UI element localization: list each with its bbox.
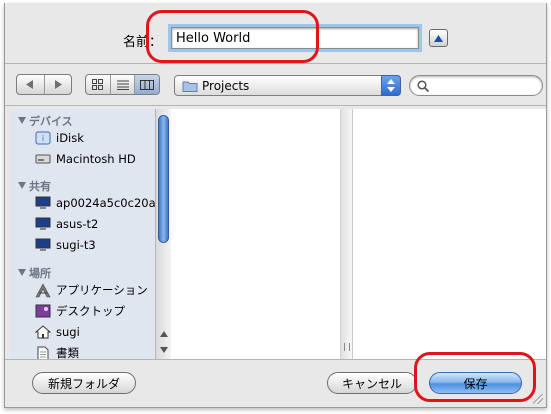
- sidebar-item-sugi-t3[interactable]: sugi-t3: [35, 236, 96, 254]
- forward-button[interactable]: [45, 75, 72, 94]
- up-down-arrows-icon: [387, 79, 395, 92]
- search-icon: [417, 80, 429, 92]
- section-title: 場所: [29, 267, 51, 280]
- column-resize-handle[interactable]: [344, 343, 350, 351]
- sidebar-item-macintosh-hd[interactable]: Macintosh HD: [35, 150, 136, 168]
- column-1-scrollbar[interactable]: [341, 109, 353, 359]
- sidebar-item-applications[interactable]: アプリケーション: [35, 281, 148, 299]
- search-input[interactable]: [409, 75, 543, 96]
- chevron-right-icon: [54, 80, 62, 89]
- sidebar-item-home[interactable]: sugi: [35, 323, 80, 341]
- browser-bottom-divider: [5, 359, 546, 360]
- svg-text:i: i: [42, 134, 44, 143]
- save-button[interactable]: 保存: [429, 372, 522, 394]
- sidebar-item-label: 書類: [56, 346, 79, 359]
- column-view-icon: [140, 79, 155, 90]
- sidebar-item-label: sugi: [56, 325, 80, 339]
- hard-drive-icon: [35, 151, 51, 167]
- scroll-up-icon[interactable]: [160, 331, 168, 337]
- home-icon: [35, 324, 51, 340]
- view-mode-control: [85, 74, 160, 95]
- folder-icon: [182, 81, 198, 92]
- browser-column-1[interactable]: [171, 109, 341, 359]
- popup-arrows-icon: [381, 75, 401, 96]
- sidebar-item-label: sugi-t3: [56, 238, 96, 252]
- computer-icon: [35, 195, 51, 211]
- toolbar-divider: [5, 63, 546, 64]
- list-view-icon: [116, 80, 129, 90]
- section-title: デバイス: [29, 115, 73, 128]
- filename-input[interactable]: [171, 27, 419, 49]
- resize-grip-icon[interactable]: [533, 394, 543, 404]
- cancel-button[interactable]: キャンセル: [327, 372, 417, 394]
- expand-dialog-button[interactable]: [429, 29, 448, 47]
- sidebar-item-idisk[interactable]: i iDisk: [35, 129, 84, 147]
- sidebar-scroll-thumb[interactable]: [158, 115, 169, 243]
- disclosure-triangle-icon: [18, 182, 26, 189]
- save-dialog: 名前： Hello World Projects デバイス i iDisk Ma…: [4, 3, 547, 408]
- new-folder-button[interactable]: 新規フォルダ: [32, 372, 136, 394]
- computer-icon: [35, 237, 51, 253]
- list-view-button[interactable]: [111, 75, 136, 94]
- column-view-button[interactable]: [135, 75, 159, 94]
- icon-view-button[interactable]: [86, 75, 111, 94]
- disclosure-triangle-icon: [18, 117, 26, 124]
- sidebar-item-label: asus-t2: [56, 217, 99, 231]
- idisk-icon: i: [35, 130, 51, 146]
- location-label: Projects: [202, 79, 250, 93]
- sidebar-section-shared[interactable]: 共有: [18, 178, 51, 194]
- desktop-icon: [35, 303, 51, 319]
- sidebar-item-label: iDisk: [56, 131, 84, 145]
- disclosure-triangle-icon: [18, 269, 26, 276]
- sidebar-item-label: Macintosh HD: [56, 152, 136, 166]
- sidebar-scrollbar[interactable]: [155, 109, 171, 359]
- name-label: 名前：: [123, 35, 163, 50]
- sidebar-item-label: アプリケーション: [56, 283, 148, 297]
- back-forward-control: [16, 74, 72, 95]
- applications-icon: [35, 282, 51, 298]
- triangle-up-icon: [434, 34, 443, 42]
- computer-icon: [35, 216, 51, 232]
- icon-view-icon: [92, 79, 104, 90]
- sidebar-item-label: デスクトップ: [56, 304, 125, 318]
- section-title: 共有: [29, 180, 51, 193]
- sidebar-item-label: ap0024a5c0c20a: [56, 196, 156, 210]
- browser-top-divider: [5, 105, 546, 106]
- sidebar-item-documents[interactable]: 書類: [35, 344, 79, 359]
- sidebar-item-asus-t2[interactable]: asus-t2: [35, 215, 98, 233]
- sidebar-section-devices[interactable]: デバイス: [18, 113, 73, 129]
- back-button[interactable]: [17, 75, 45, 94]
- browser-column-2[interactable]: [353, 109, 546, 359]
- sidebar-section-places[interactable]: 場所: [18, 265, 51, 281]
- scroll-down-icon[interactable]: [160, 347, 168, 353]
- chevron-left-icon: [26, 80, 34, 89]
- sidebar-item-desktop[interactable]: デスクトップ: [35, 302, 125, 320]
- sidebar: デバイス i iDisk Macintosh HD 共有 ap0024a5c0c…: [10, 109, 171, 359]
- location-popup[interactable]: Projects: [174, 75, 401, 96]
- documents-icon: [35, 345, 51, 359]
- sidebar-item-ap0024a5c0c20a[interactable]: ap0024a5c0c20a: [35, 194, 156, 212]
